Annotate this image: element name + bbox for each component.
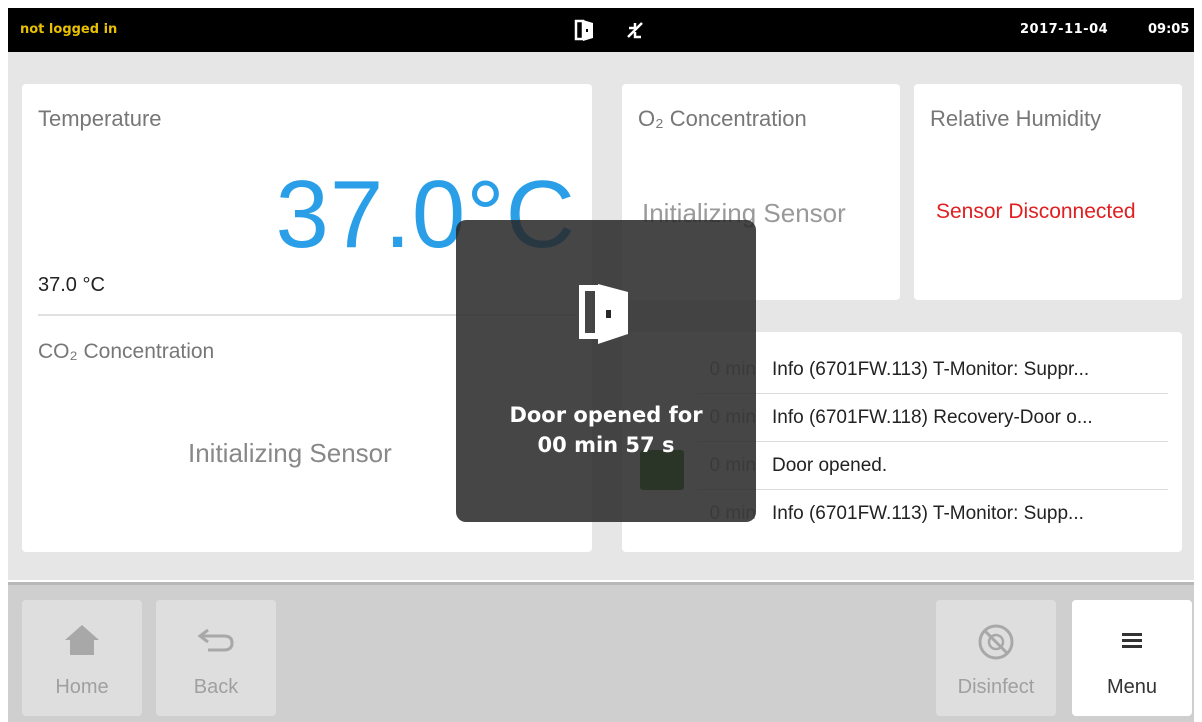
o2-title: O₂ Concentration <box>638 106 807 131</box>
humidity-title: Relative Humidity <box>930 106 1102 131</box>
door-open-line1: Door opened for <box>509 403 703 427</box>
back-button[interactable]: Back <box>156 600 276 716</box>
status-bar: not logged in 2017-11-04 09:05 <box>8 8 1194 52</box>
co2-title: CO₂ Concentration <box>38 340 215 363</box>
door-open-icon <box>579 284 628 344</box>
menu-button[interactable]: Menu <box>1072 600 1192 716</box>
co2-status: Initializing Sensor <box>188 438 392 468</box>
home-icon <box>65 625 99 655</box>
disinfect-label: Disinfect <box>957 676 1035 698</box>
log-message: Info (6701FW.113) T-Monitor: Supp... <box>772 503 1084 524</box>
disinfect-button[interactable]: Disinfect <box>936 600 1056 716</box>
no-connection-icon <box>627 22 643 39</box>
disinfect-icon <box>978 624 1014 660</box>
temperature-title: Temperature <box>38 106 162 131</box>
humidity-card[interactable]: Relative Humidity Sensor Disconnected <box>914 84 1182 300</box>
bottom-nav: Home Back Disinfect Menu <box>8 582 1194 722</box>
login-status[interactable]: not logged in <box>20 22 117 37</box>
status-date: 2017-11-04 <box>1020 22 1109 37</box>
door-open-message: Door opened for 00 min 57 s <box>456 400 756 460</box>
door-open-icon <box>574 19 593 41</box>
home-label: Home <box>55 676 109 698</box>
back-icon <box>197 628 234 652</box>
log-message: Info (6701FW.113) T-Monitor: Suppr... <box>772 358 1090 380</box>
menu-label: Menu <box>1106 676 1158 698</box>
status-time: 09:05 <box>1148 22 1190 37</box>
log-entry[interactable]: 0 min Info (6701FW.118) Recovery-Door o.… <box>698 394 1168 442</box>
menu-icon <box>1122 633 1142 648</box>
log-message: Info (6701FW.118) Recovery-Door o... <box>772 406 1093 428</box>
log-entry[interactable]: 0 min Info (6701FW.113) T-Monitor: Suppr… <box>698 346 1168 394</box>
log-entry[interactable]: 0 min Door opened. <box>698 442 1168 490</box>
log-entry[interactable]: 0 min Info (6701FW.113) T-Monitor: Supp.… <box>698 490 1168 538</box>
door-open-dialog: Door opened for 00 min 57 s <box>456 220 756 522</box>
temperature-setpoint: 37.0 °C <box>38 274 105 296</box>
door-open-duration: 00 min 57 s <box>537 433 675 457</box>
log-message: Door opened. <box>772 454 888 476</box>
humidity-status: Sensor Disconnected <box>936 200 1136 223</box>
back-label: Back <box>193 676 239 698</box>
status-icons <box>574 18 646 42</box>
home-button[interactable]: Home <box>22 600 142 716</box>
